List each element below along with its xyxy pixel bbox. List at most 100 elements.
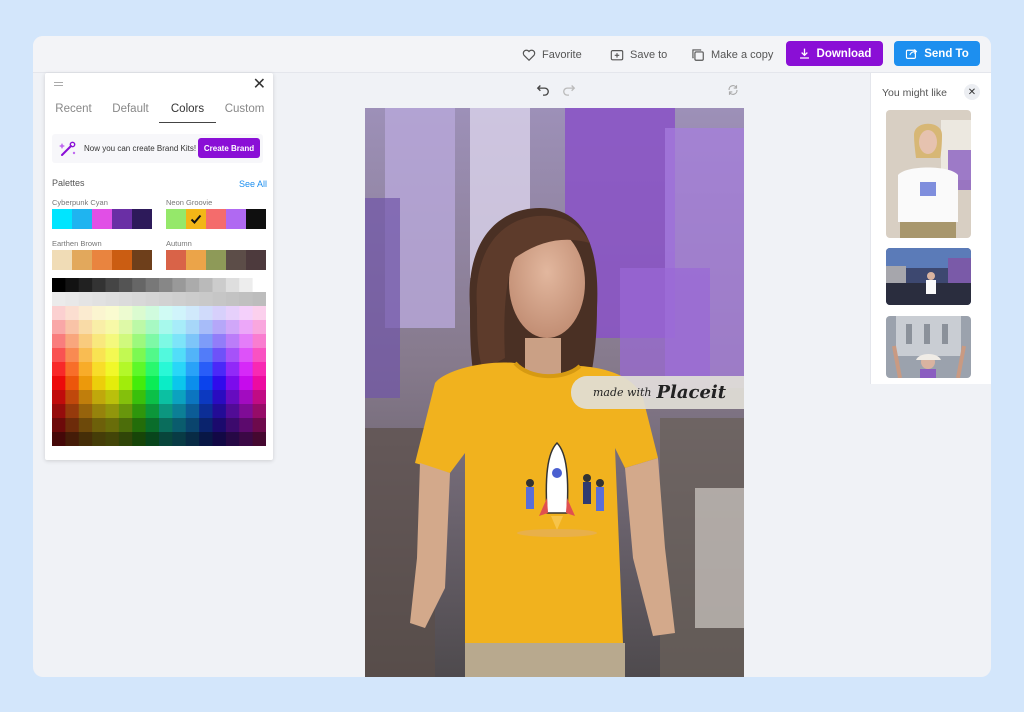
color-cell[interactable] (199, 278, 213, 293)
color-cell[interactable] (239, 362, 254, 377)
color-cell[interactable] (118, 292, 133, 307)
color-cell[interactable] (145, 292, 160, 307)
color-cell[interactable] (212, 362, 227, 377)
color-cell[interactable] (118, 348, 133, 363)
color-cell[interactable] (118, 376, 133, 391)
color-cell[interactable] (92, 404, 106, 419)
color-cell[interactable] (239, 306, 254, 321)
color-cell[interactable] (132, 306, 147, 321)
color-swatch[interactable] (206, 250, 226, 270)
color-cell[interactable] (92, 348, 106, 363)
color-cell[interactable] (172, 306, 187, 321)
color-cell[interactable] (78, 292, 93, 307)
color-cell[interactable] (252, 362, 266, 377)
tab-colors[interactable]: Colors (159, 101, 216, 123)
color-cell[interactable] (199, 390, 213, 405)
color-cell[interactable] (65, 278, 80, 293)
color-cell[interactable] (52, 320, 66, 335)
color-cell[interactable] (65, 390, 80, 405)
palette-swatches[interactable] (166, 250, 266, 270)
color-cell[interactable] (199, 348, 213, 363)
color-cell[interactable] (132, 404, 147, 419)
color-cell[interactable] (225, 418, 240, 433)
color-cell[interactable] (105, 348, 120, 363)
color-cell[interactable] (239, 292, 254, 307)
color-cell[interactable] (52, 292, 66, 307)
color-cell[interactable] (92, 376, 106, 391)
color-cell[interactable] (159, 432, 173, 446)
color-cell[interactable] (78, 432, 93, 446)
color-cell[interactable] (65, 292, 80, 307)
color-cell[interactable] (185, 334, 200, 349)
color-cell[interactable] (105, 292, 120, 307)
color-cell[interactable] (159, 348, 173, 363)
color-cell[interactable] (239, 320, 254, 335)
color-cell[interactable] (78, 362, 93, 377)
color-cell[interactable] (239, 348, 254, 363)
color-cell[interactable] (145, 418, 160, 433)
color-cell[interactable] (172, 334, 187, 349)
color-swatch[interactable] (72, 250, 92, 270)
color-cell[interactable] (212, 348, 227, 363)
tab-default[interactable]: Default (102, 101, 159, 123)
color-cell[interactable] (78, 334, 93, 349)
tab-recent[interactable]: Recent (45, 101, 102, 123)
color-cell[interactable] (132, 292, 147, 307)
color-cell[interactable] (65, 306, 80, 321)
color-cell[interactable] (132, 432, 147, 446)
refresh-icon[interactable] (726, 83, 740, 97)
color-cell[interactable] (118, 362, 133, 377)
color-cell[interactable] (92, 362, 106, 377)
color-cell[interactable] (252, 348, 266, 363)
color-cell[interactable] (225, 404, 240, 419)
color-cell[interactable] (225, 362, 240, 377)
color-cell[interactable] (212, 376, 227, 391)
color-cell[interactable] (212, 432, 227, 446)
color-cell[interactable] (105, 278, 120, 293)
color-cell[interactable] (159, 292, 173, 307)
color-cell[interactable] (239, 278, 254, 293)
color-cell[interactable] (65, 334, 80, 349)
color-cell[interactable] (78, 278, 93, 293)
palette-swatches[interactable] (52, 250, 152, 270)
color-cell[interactable] (132, 362, 147, 377)
undo-icon[interactable] (536, 82, 550, 96)
color-cell[interactable] (65, 348, 80, 363)
recommendation-thumbnail[interactable] (886, 248, 971, 305)
color-cell[interactable] (132, 418, 147, 433)
color-cell[interactable] (78, 390, 93, 405)
color-cell[interactable] (252, 306, 266, 321)
color-cell[interactable] (199, 376, 213, 391)
color-cell[interactable] (185, 376, 200, 391)
color-cell[interactable] (239, 334, 254, 349)
redo-icon[interactable] (562, 82, 576, 96)
color-cell[interactable] (199, 306, 213, 321)
color-cell[interactable] (65, 362, 80, 377)
color-cell[interactable] (105, 432, 120, 446)
color-swatch[interactable] (72, 209, 92, 229)
color-cell[interactable] (172, 390, 187, 405)
color-picker-grid[interactable] (52, 278, 266, 446)
color-cell[interactable] (92, 278, 106, 293)
color-cell[interactable] (159, 418, 173, 433)
color-swatch[interactable] (92, 209, 112, 229)
color-cell[interactable] (92, 320, 106, 335)
color-cell[interactable] (52, 334, 66, 349)
color-cell[interactable] (212, 404, 227, 419)
color-cell[interactable] (145, 362, 160, 377)
color-cell[interactable] (159, 390, 173, 405)
color-cell[interactable] (199, 404, 213, 419)
color-cell[interactable] (118, 390, 133, 405)
color-cell[interactable] (52, 432, 66, 446)
color-cell[interactable] (105, 362, 120, 377)
color-swatch[interactable] (132, 209, 152, 229)
save-to-button[interactable]: Save to (610, 44, 667, 66)
color-cell[interactable] (92, 334, 106, 349)
color-cell[interactable] (52, 348, 66, 363)
color-cell[interactable] (185, 362, 200, 377)
color-cell[interactable] (199, 334, 213, 349)
color-cell[interactable] (92, 292, 106, 307)
color-cell[interactable] (78, 376, 93, 391)
color-swatch[interactable] (186, 250, 206, 270)
recommendation-thumbnail[interactable] (886, 110, 971, 238)
